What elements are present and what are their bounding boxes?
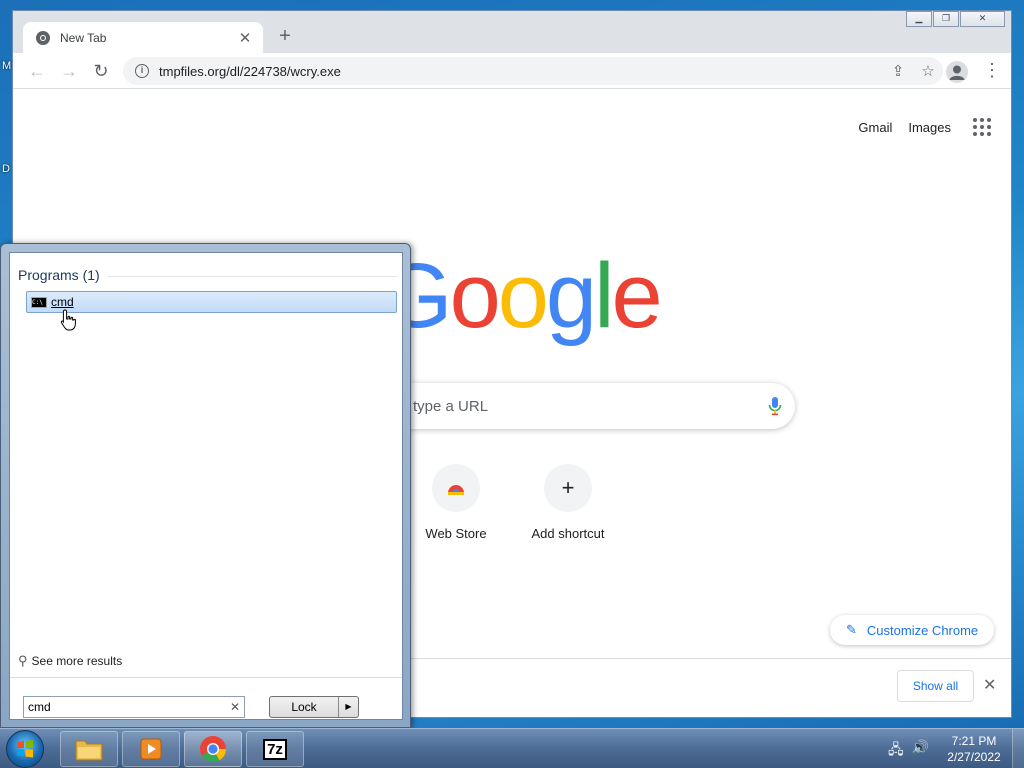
desktop-icon-label: D: [2, 163, 10, 175]
clock-time: 7:21 PM: [951, 734, 997, 748]
person-icon: [949, 65, 965, 80]
volume-icon[interactable]: 🔊: [912, 739, 929, 763]
new-tab-button[interactable]: +: [273, 25, 297, 49]
programs-heading: Programs (1): [18, 267, 100, 283]
customize-chrome-button[interactable]: ✎ Customize Chrome: [830, 615, 994, 645]
show-desktop-button[interactable]: [1012, 729, 1024, 768]
plus-icon: +: [544, 464, 592, 512]
taskbar: 7z 🖧 🔊 7:21 PM 2/27/2022: [0, 728, 1024, 768]
reload-button[interactable]: ↻: [89, 59, 113, 83]
start-button[interactable]: [6, 730, 44, 768]
see-more-results-link[interactable]: ⚲ See more results: [18, 653, 122, 669]
close-window-button[interactable]: ✕: [960, 11, 1005, 27]
gmail-link[interactable]: Gmail: [858, 120, 892, 135]
folder-icon: [75, 740, 103, 761]
forward-button[interactable]: →: [57, 59, 81, 83]
google-logo-letter: e: [611, 245, 663, 347]
images-link[interactable]: Images: [908, 120, 951, 135]
chrome-icon: [200, 736, 227, 763]
windows-logo-icon: [17, 740, 33, 758]
taskbar-7zip[interactable]: 7z: [246, 731, 304, 767]
start-search-box[interactable]: ✕: [23, 696, 245, 718]
sevenzip-icon: 7z: [263, 738, 287, 760]
system-tray: 🖧 🔊: [888, 739, 937, 763]
taskbar-chrome[interactable]: [184, 731, 242, 767]
lock-button[interactable]: Lock ▶: [269, 696, 359, 718]
customize-label: Customize Chrome: [866, 622, 979, 638]
shortcut-label: Web Store: [425, 526, 487, 541]
shortcut-add[interactable]: + Add shortcut: [512, 464, 624, 541]
pencil-icon: ✎: [846, 622, 857, 637]
site-info-icon[interactable]: i: [135, 64, 149, 78]
tab-close-icon[interactable]: ✕: [237, 29, 253, 47]
media-player-icon: [140, 738, 162, 760]
back-button[interactable]: ←: [25, 59, 49, 83]
hand-cursor-icon: [60, 309, 76, 331]
browser-toolbar: ← → ↻ i tmpfiles.org/dl/224738/wcry.exe …: [13, 53, 1011, 89]
search-result-cmd[interactable]: C:\ cmd: [26, 291, 397, 313]
google-logo-letter: o: [449, 245, 501, 347]
taskbar-media-player[interactable]: [122, 731, 180, 767]
profile-avatar[interactable]: [946, 61, 968, 83]
chrome-icon: [36, 30, 50, 45]
window-controls: ▁ ❐ ✕: [905, 11, 1005, 27]
minimize-button[interactable]: ▁: [906, 11, 932, 27]
google-apps-icon[interactable]: [967, 112, 997, 142]
shortcut-web-store[interactable]: Web Store: [400, 464, 512, 541]
taskbar-explorer[interactable]: [60, 731, 118, 767]
address-bar[interactable]: i tmpfiles.org/dl/224738/wcry.exe ⇪ ☆: [123, 57, 943, 85]
tab-title: New Tab: [60, 30, 107, 45]
power-options-arrow-icon[interactable]: ▶: [338, 697, 358, 717]
share-icon[interactable]: ⇪: [883, 62, 913, 80]
chrome-menu-icon[interactable]: ⋮: [983, 61, 1001, 81]
google-logo-letter: o: [497, 245, 549, 347]
cmd-icon: C:\: [31, 296, 47, 308]
restore-button[interactable]: ❐: [933, 11, 959, 27]
ntp-header-links: Gmail Images: [858, 112, 997, 142]
search-results-panel: Programs (1) C:\ cmd ⚲ See more results …: [9, 252, 403, 720]
microphone-icon[interactable]: [755, 396, 795, 416]
google-logo-letter: g: [545, 245, 597, 347]
tab-new-tab[interactable]: New Tab ✕: [23, 22, 263, 53]
tab-strip: New Tab ✕ + ▁ ❐ ✕: [13, 11, 1011, 53]
download-bar-close-icon[interactable]: ✕: [983, 675, 996, 695]
shortcut-label: Add shortcut: [531, 526, 605, 541]
bookmark-star-icon[interactable]: ☆: [913, 62, 943, 80]
divider: [10, 677, 402, 678]
clock-date: 2/27/2022: [947, 750, 1001, 764]
show-all-button[interactable]: Show all: [897, 670, 974, 702]
network-icon[interactable]: 🖧: [888, 739, 904, 763]
start-search-input[interactable]: [28, 700, 230, 714]
result-label: cmd: [51, 295, 74, 309]
url-text[interactable]: tmpfiles.org/dl/224738/wcry.exe: [159, 64, 883, 79]
google-logo-letter: l: [594, 245, 615, 347]
taskbar-clock[interactable]: 7:21 PM 2/27/2022: [940, 733, 1008, 765]
see-more-label: See more results: [31, 654, 123, 668]
start-menu: Programs (1) C:\ cmd ⚲ See more results …: [0, 243, 411, 728]
desktop-icon-label: M: [2, 60, 12, 72]
lock-label: Lock: [291, 700, 317, 714]
google-logo: Google: [381, 250, 663, 342]
divider: [108, 276, 398, 277]
magnifier-icon: ⚲: [18, 653, 28, 668]
chrome-web-store-icon: [432, 464, 480, 512]
clear-search-icon[interactable]: ✕: [230, 700, 240, 714]
